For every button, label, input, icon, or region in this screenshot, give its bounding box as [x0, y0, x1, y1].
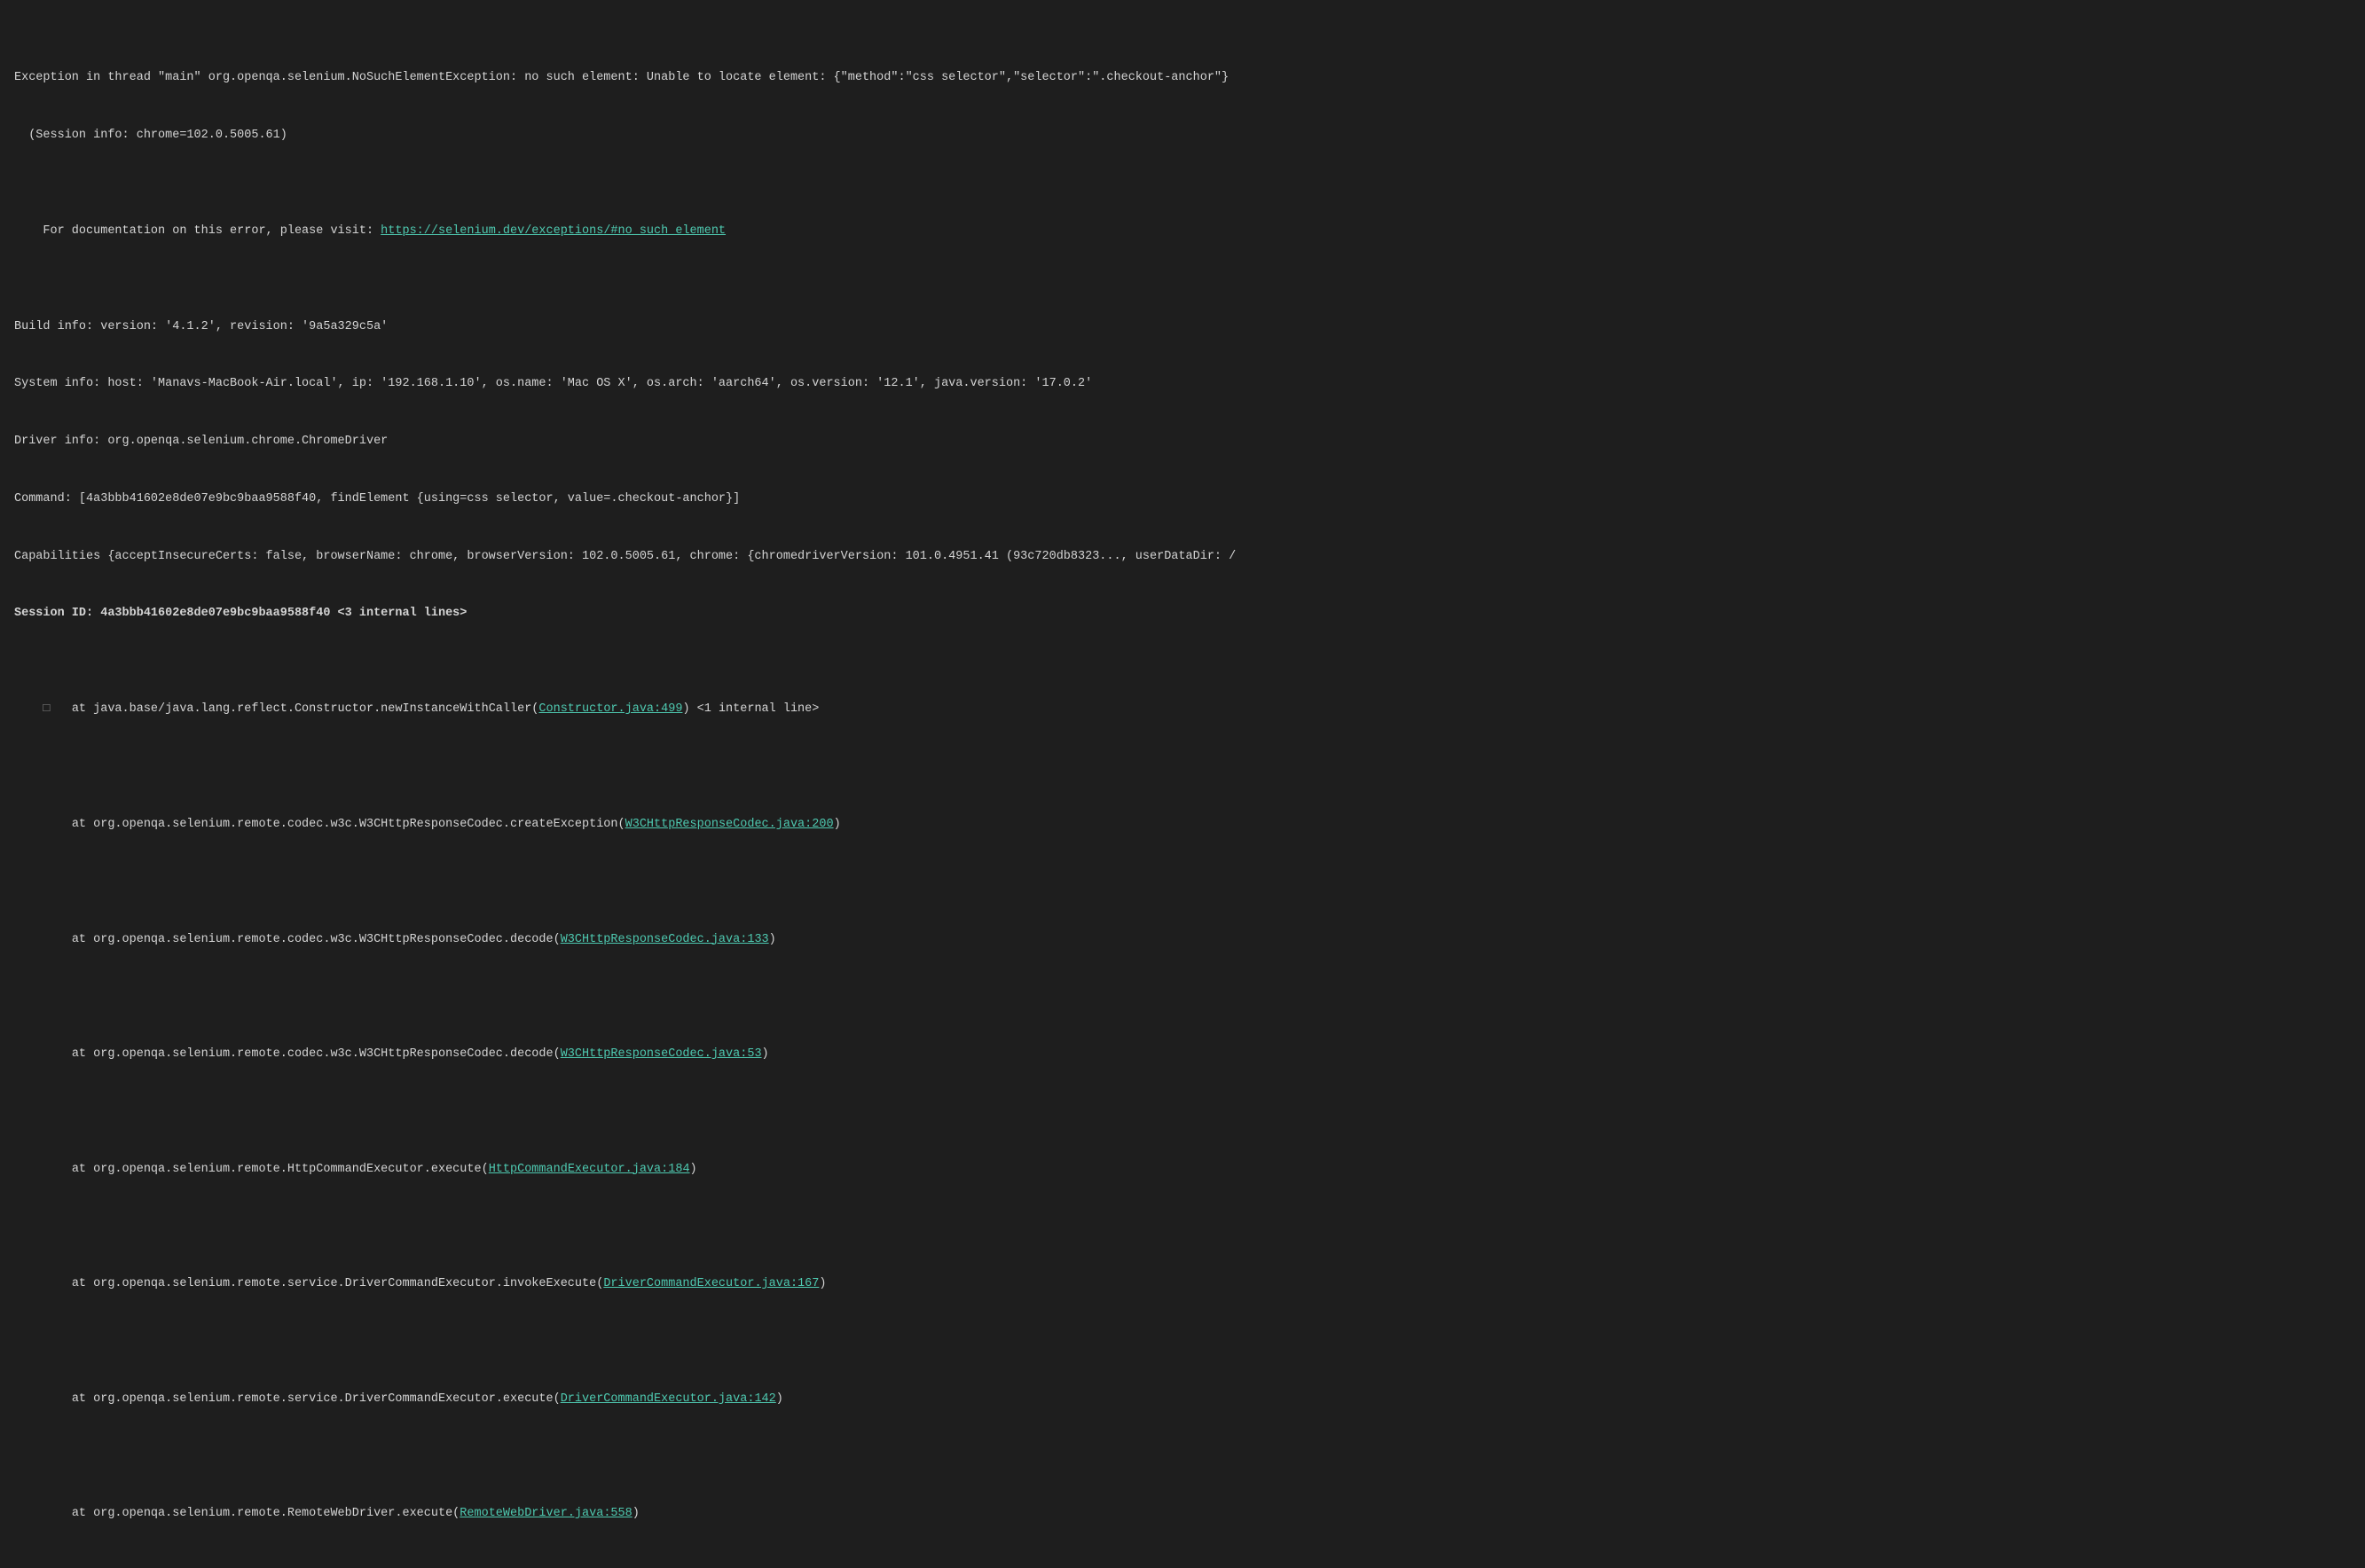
line-command: Command: [4a3bbb41602e8de07e9bc9baa9588f… — [14, 490, 2351, 509]
line-driver-info: Driver info: org.openqa.selenium.chrome.… — [14, 432, 2351, 451]
stacktrace-link-5[interactable]: DriverCommandExecutor.java:167 — [603, 1277, 819, 1290]
stacktrace-link-3[interactable]: W3CHttpResponseCodec.java:53 — [561, 1047, 762, 1061]
stacktrace-prefix-0: at java.base/java.lang.reflect.Construct… — [59, 702, 538, 716]
line-exception: Exception in thread "main" org.openqa.se… — [14, 68, 2351, 88]
stacktrace-link-0[interactable]: Constructor.java:499 — [538, 702, 682, 716]
line-capabilities: Capabilities {acceptInsecureCerts: false… — [14, 547, 2351, 567]
stacktrace-link-4[interactable]: HttpCommandExecutor.java:184 — [489, 1163, 690, 1176]
stacktrace-suffix-2: ) — [769, 933, 776, 946]
line-stacktrace-4: at org.openqa.selenium.remote.HttpComman… — [14, 1141, 2351, 1198]
documentation-link[interactable]: https://selenium.dev/exceptions/#no_such… — [381, 224, 726, 238]
line-stacktrace-2: at org.openqa.selenium.remote.codec.w3c.… — [14, 911, 2351, 968]
stacktrace-prefix-3: at org.openqa.selenium.remote.codec.w3c.… — [59, 1047, 560, 1061]
stacktrace-link-2[interactable]: W3CHttpResponseCodec.java:133 — [561, 933, 769, 946]
line-stacktrace-3: at org.openqa.selenium.remote.codec.w3c.… — [14, 1025, 2351, 1083]
line-stacktrace-5: at org.openqa.selenium.remote.service.Dr… — [14, 1256, 2351, 1313]
stacktrace-suffix-6: ) — [776, 1392, 783, 1406]
console-output: Exception in thread "main" org.openqa.se… — [14, 11, 2351, 1568]
stacktrace-prefix-5: at org.openqa.selenium.remote.service.Dr… — [59, 1277, 603, 1290]
line-stacktrace-1: at org.openqa.selenium.remote.codec.w3c.… — [14, 796, 2351, 853]
stacktrace-suffix-1: ) — [834, 818, 841, 831]
stacktrace-prefix-2: at org.openqa.selenium.remote.codec.w3c.… — [59, 933, 560, 946]
stacktrace-suffix-0: ) <1 internal line> — [682, 702, 819, 716]
line-session-id: Session ID: 4a3bbb41602e8de07e9bc9baa958… — [14, 604, 2351, 623]
stacktrace-prefix-7: at org.openqa.selenium.remote.RemoteWebD… — [59, 1507, 460, 1520]
line-stacktrace-0: □ at java.base/java.lang.reflect.Constru… — [14, 681, 2351, 739]
documentation-prefix: For documentation on this error, please … — [43, 224, 381, 238]
line-session-info: (Session info: chrome=102.0.5005.61) — [14, 126, 2351, 145]
stacktrace-prefix-6: at org.openqa.selenium.remote.service.Dr… — [59, 1392, 560, 1406]
stacktrace-toggle-icon: □ — [43, 700, 55, 719]
line-documentation: For documentation on this error, please … — [14, 202, 2351, 260]
stacktrace-prefix-4: at org.openqa.selenium.remote.HttpComman… — [59, 1163, 488, 1176]
line-stacktrace-6: at org.openqa.selenium.remote.service.Dr… — [14, 1370, 2351, 1428]
stacktrace-link-7[interactable]: RemoteWebDriver.java:558 — [460, 1507, 632, 1520]
stacktrace-prefix-1: at org.openqa.selenium.remote.codec.w3c.… — [59, 818, 625, 831]
line-build-info: Build info: version: '4.1.2', revision: … — [14, 318, 2351, 337]
stacktrace-suffix-3: ) — [762, 1047, 769, 1061]
stacktrace-suffix-5: ) — [819, 1277, 826, 1290]
stacktrace-link-1[interactable]: W3CHttpResponseCodec.java:200 — [625, 818, 834, 831]
line-system-info: System info: host: 'Manavs-MacBook-Air.l… — [14, 374, 2351, 394]
stacktrace-suffix-4: ) — [690, 1163, 697, 1176]
stacktrace-link-6[interactable]: DriverCommandExecutor.java:142 — [561, 1392, 776, 1406]
stacktrace-suffix-7: ) — [632, 1507, 640, 1520]
line-stacktrace-7: at org.openqa.selenium.remote.RemoteWebD… — [14, 1486, 2351, 1543]
